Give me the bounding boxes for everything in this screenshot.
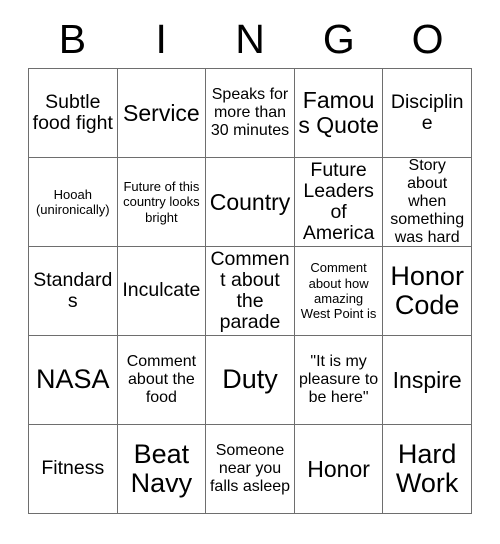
bingo-grid: Subtle food fight Service Speaks for mor… xyxy=(28,68,472,514)
bingo-cell-i1[interactable]: Service xyxy=(117,69,207,158)
bingo-cell-label: Service xyxy=(123,99,200,126)
bingo-cell-label: Comment about the food xyxy=(126,353,197,406)
bingo-cell-label: Future of this country looks bright xyxy=(123,179,200,225)
bingo-cell-label: Honor Code xyxy=(390,260,464,320)
bingo-cell-b3[interactable]: Standards xyxy=(29,247,118,336)
bingo-cell-i3[interactable]: Inculcate xyxy=(117,247,207,336)
bingo-cell-label: Story about when something was hard xyxy=(390,158,465,246)
bingo-cell-label: Standards xyxy=(33,268,113,312)
bingo-cell-label: Comment about the parade xyxy=(210,247,290,334)
bingo-cell-label: Speaks for more than 30 minutes xyxy=(210,86,290,139)
bingo-cell-label: Beat Navy xyxy=(130,438,193,498)
bingo-cell-b1[interactable]: Subtle food fight xyxy=(29,69,118,158)
bingo-cell-label: Hard Work xyxy=(395,438,459,498)
bingo-cell-label: Hooah (unironically) xyxy=(35,186,110,217)
bingo-cell-n2[interactable]: Country xyxy=(206,158,295,247)
bingo-cell-g2[interactable]: Future Leaders of America xyxy=(294,158,384,247)
bingo-cell-o4[interactable]: Inspire xyxy=(383,336,472,425)
bingo-cell-label: Inspire xyxy=(392,366,462,393)
bingo-cell-label: NASA xyxy=(36,364,110,395)
bingo-cell-o1[interactable]: Discipline xyxy=(383,69,472,158)
bingo-cell-label: Comment about how amazing West Point is xyxy=(300,260,377,322)
bingo-cell-i5[interactable]: Beat Navy xyxy=(117,425,207,514)
bingo-header-row: B I N G O xyxy=(28,10,472,68)
bingo-cell-o5[interactable]: Hard Work xyxy=(383,425,472,514)
bingo-header-letter-b: B xyxy=(58,15,87,62)
bingo-cell-label: Inculcate xyxy=(122,279,201,302)
bingo-cell-label: Honor xyxy=(307,455,370,482)
bingo-cell-g4[interactable]: "It is my pleasure to be here" xyxy=(294,336,384,425)
bingo-cell-label: Fitness xyxy=(41,457,105,480)
bingo-cell-g1[interactable]: Famous Quote xyxy=(294,69,384,158)
bingo-cell-label: Someone near you falls asleep xyxy=(209,442,291,495)
bingo-cell-label: Duty xyxy=(222,364,278,395)
bingo-cell-label: Discipline xyxy=(390,90,464,134)
bingo-header-letter-o: O xyxy=(411,15,444,62)
bingo-cell-label: "It is my pleasure to be here" xyxy=(299,353,379,406)
bingo-card: B I N G O Subtle food fight Service Spea… xyxy=(28,10,472,514)
bingo-header-letter-n: N xyxy=(235,15,265,62)
bingo-cell-g3[interactable]: Comment about how amazing West Point is xyxy=(294,247,384,336)
bingo-cell-b5[interactable]: Fitness xyxy=(29,425,118,514)
bingo-cell-b2[interactable]: Hooah (unironically) xyxy=(29,158,118,247)
bingo-cell-label: Famous Quote xyxy=(298,87,379,138)
bingo-header-letter-i: I xyxy=(155,15,167,62)
bingo-cell-g5[interactable]: Honor xyxy=(294,425,384,514)
bingo-cell-o3[interactable]: Honor Code xyxy=(383,247,472,336)
bingo-cell-o2[interactable]: Story about when something was hard xyxy=(383,158,472,247)
bingo-cell-label: Future Leaders of America xyxy=(302,158,375,245)
bingo-header-letter-g: G xyxy=(322,15,355,62)
bingo-cell-b4[interactable]: NASA xyxy=(29,336,118,425)
bingo-cell-n3[interactable]: Comment about the parade xyxy=(206,247,295,336)
bingo-cell-label: Subtle food fight xyxy=(32,90,113,134)
bingo-cell-i4[interactable]: Comment about the food xyxy=(117,336,207,425)
bingo-cell-n4[interactable]: Duty xyxy=(206,336,295,425)
bingo-cell-i2[interactable]: Future of this country looks bright xyxy=(117,158,207,247)
bingo-cell-label: Country xyxy=(209,188,291,215)
bingo-cell-n1[interactable]: Speaks for more than 30 minutes xyxy=(206,69,295,158)
bingo-cell-n5[interactable]: Someone near you falls asleep xyxy=(206,425,295,514)
